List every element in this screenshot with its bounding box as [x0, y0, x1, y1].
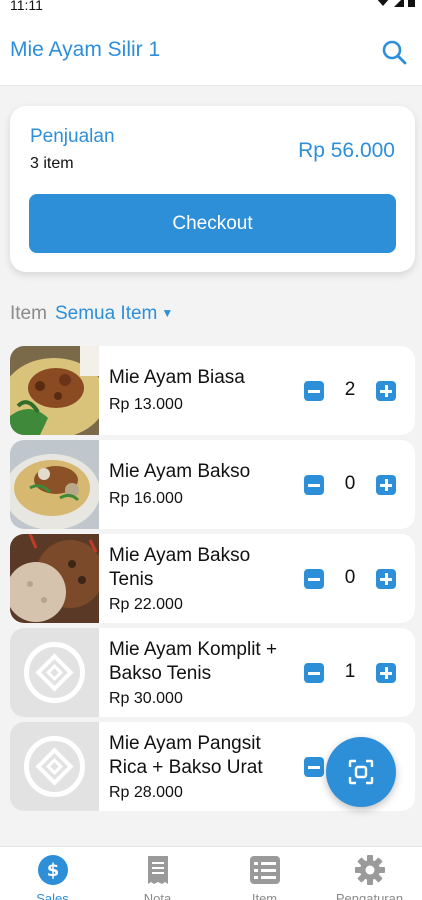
nav-tab-item[interactable]: Item	[212, 847, 317, 900]
item-name: Mie Ayam Bakso Tenis	[109, 545, 251, 590]
status-time: 11:11	[10, 0, 43, 13]
increase-quantity-button[interactable]	[376, 569, 396, 589]
signal-battery-icon	[377, 0, 415, 7]
decrease-quantity-button[interactable]	[304, 663, 324, 683]
item-quantity: 0	[344, 473, 356, 494]
item-price: Rp 13.000	[109, 396, 183, 413]
nav-tab-sales[interactable]: $ Sales	[0, 847, 105, 900]
page-title: Mie Ayam Silir 1	[10, 38, 161, 61]
gear-icon	[355, 855, 385, 885]
nav-tab-pengaturan[interactable]: Pengaturan	[317, 847, 422, 900]
item-card[interactable]: Mie Ayam Biasa Rp 13.000 2	[10, 346, 415, 435]
app-bar: Mie Ayam Silir 1	[0, 14, 422, 86]
item-photo	[10, 346, 99, 435]
item-photo	[10, 534, 99, 623]
summary-total: Rp 56.000	[298, 139, 395, 162]
item-price: Rp 30.000	[109, 690, 183, 707]
item-card[interactable]: Mie Ayam Komplit + Bakso Tenis Rp 30.000…	[10, 628, 415, 717]
item-name: Mie Ayam Biasa	[109, 367, 245, 388]
item-card[interactable]: Mie Ayam Bakso Rp 16.000 0	[10, 440, 415, 529]
dollar-icon: $	[38, 855, 68, 885]
item-name: Mie Ayam Pangsit Rica + Bakso Urat	[109, 733, 263, 778]
increase-quantity-button[interactable]	[376, 663, 396, 683]
item-card[interactable]: Mie Ayam Bakso Tenis Rp 22.000 0	[10, 534, 415, 623]
receipt-icon	[148, 856, 168, 884]
summary-item-count: 3 item	[30, 155, 74, 172]
image-placeholder-icon	[10, 722, 99, 811]
nav-label: Sales	[36, 891, 69, 900]
nav-tab-nota[interactable]: Nota	[105, 847, 210, 900]
decrease-quantity-button[interactable]	[304, 475, 324, 495]
summary-title: Penjualan	[30, 126, 115, 147]
bottom-navigation: $ Sales Nota Item Pengaturan	[0, 846, 422, 900]
list-icon	[250, 856, 280, 884]
scan-icon	[348, 759, 374, 785]
sales-summary-card: Penjualan 3 item Rp 56.000 Checkout	[10, 106, 415, 272]
decrease-quantity-button[interactable]	[304, 381, 324, 401]
nav-label: Nota	[143, 891, 172, 900]
item-name: Mie Ayam Bakso	[109, 461, 251, 482]
status-bar: 11:11	[0, 0, 422, 14]
category-dropdown[interactable]: Semua Item	[55, 303, 157, 324]
item-price: Rp 28.000	[109, 784, 183, 801]
nav-label: Pengaturan	[335, 891, 404, 900]
decrease-quantity-button[interactable]	[304, 569, 324, 589]
caret-down-icon[interactable]: ▼	[161, 306, 173, 320]
item-quantity: 0	[344, 567, 356, 588]
checkout-button[interactable]: Checkout	[29, 194, 396, 253]
item-photo	[10, 440, 99, 529]
item-filter: Item Semua Item ▼	[10, 303, 173, 327]
item-quantity: 2	[344, 379, 356, 400]
decrease-quantity-button[interactable]	[304, 757, 324, 777]
item-name: Mie Ayam Komplit + Bakso Tenis	[109, 639, 278, 684]
nav-label: Item	[251, 891, 278, 900]
item-quantity: 1	[344, 661, 356, 682]
increase-quantity-button[interactable]	[376, 381, 396, 401]
item-price: Rp 16.000	[109, 490, 183, 507]
image-placeholder-icon	[10, 628, 99, 717]
search-icon[interactable]	[380, 38, 408, 66]
svg-text:$: $	[47, 860, 60, 881]
item-price: Rp 22.000	[109, 596, 183, 613]
filter-label: Item	[10, 303, 47, 324]
increase-quantity-button[interactable]	[376, 475, 396, 495]
scan-button[interactable]	[326, 737, 396, 807]
